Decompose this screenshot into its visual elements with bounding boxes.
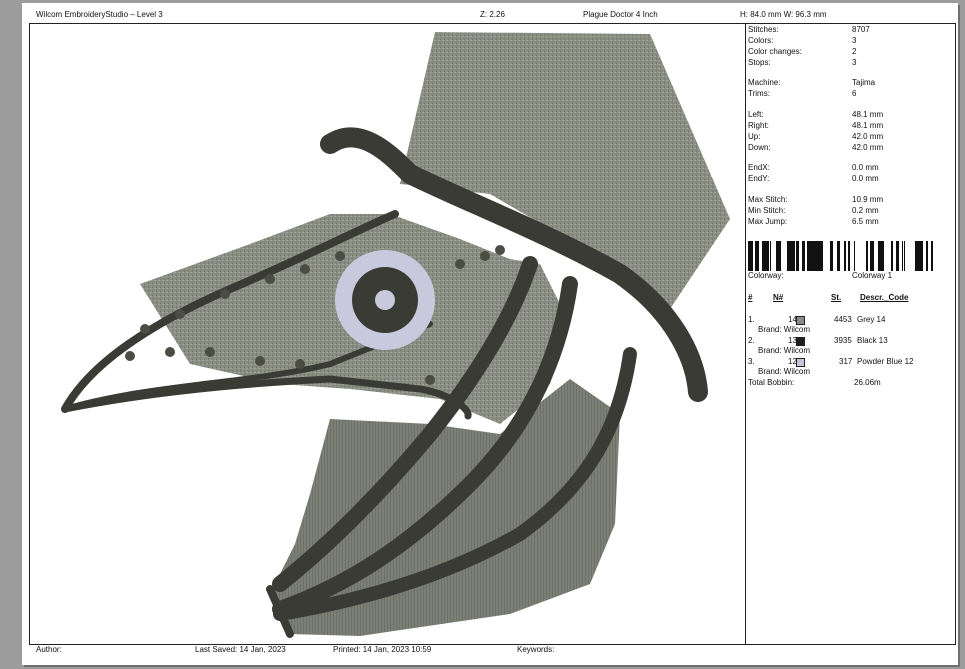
design-name: Plague Doctor 4 Inch [583,10,658,19]
stat-row: Machine: Tajima [748,78,876,87]
stat-row: EndY: 0.0 mm [748,174,879,183]
embroidery-design-preview [30,24,744,643]
stat-row: Right: 48.1 mm [748,121,884,130]
stat-row: Max Jump: 6.5 mm [748,217,879,226]
plague-doctor-embroidery-image [61,32,730,638]
stat-row: Stitches: 8707 [748,25,870,34]
stat-row: Color changes: 2 [748,47,857,56]
color-table-row: 2. 13 3935 Black 13 [748,336,888,346]
printed-field: Printed: 14 Jan, 2023 10:59 [333,645,432,654]
stat-row: Up: 42.0 mm [748,132,884,141]
design-dimensions: H: 84.0 mm W: 96.3 mm [740,10,827,19]
zoom-level: Z: 2.26 [480,10,505,19]
keywords-field: Keywords: [517,645,555,654]
stat-row: Min Stitch: 0.2 mm [748,206,879,215]
stat-row: Colors: 3 [748,36,857,45]
color-table-brand: Brand: Wilcom [758,346,811,355]
panel-divider [745,23,746,645]
thread-swatch [796,316,805,325]
color-table-row: 1. 14 4453 Grey 14 [748,315,886,325]
stat-row: Left: 48.1 mm [748,110,884,119]
design-info-panel: Stitches: 8707 Colors: 3 Color changes: 2 S… [748,25,953,640]
print-preview-sheet: Wilcom EmbroideryStudio – Level 3 Z: 2.2… [22,3,958,665]
colorway-row: Colorway: Colorway 1 [748,271,893,280]
color-table-brand: Brand: Wilcom [758,325,811,334]
stat-row: Stops: 3 [748,58,857,67]
page-footer: Author: Last Saved: 14 Jan, 2023 Printed… [22,645,958,657]
color-table-brand: Brand: Wilcom [758,367,811,376]
design-barcode [748,241,933,271]
thread-swatch [796,358,805,367]
app-title: Wilcom EmbroideryStudio – Level 3 [36,10,163,19]
last-saved-field: Last Saved: 14 Jan, 2023 [195,645,286,654]
color-table-header: # N# St. Descr._Code [748,293,909,302]
eye-lens-highlight [375,290,395,310]
stat-row: Max Stitch: 10.9 mm [748,195,884,204]
stat-row: EndX: 0.0 mm [748,163,879,172]
total-bobbin-row: Total Bobbin: 26.06m [748,378,881,387]
stat-row: Trims: 6 [748,89,857,98]
stat-row: Down: 42.0 mm [748,143,884,152]
author-field: Author: [36,645,62,654]
thread-swatch [796,337,805,346]
color-table-row: 3. 12 317 Powder Blue 12 [748,357,914,367]
page-header: Wilcom EmbroideryStudio – Level 3 Z: 2.2… [22,10,958,22]
